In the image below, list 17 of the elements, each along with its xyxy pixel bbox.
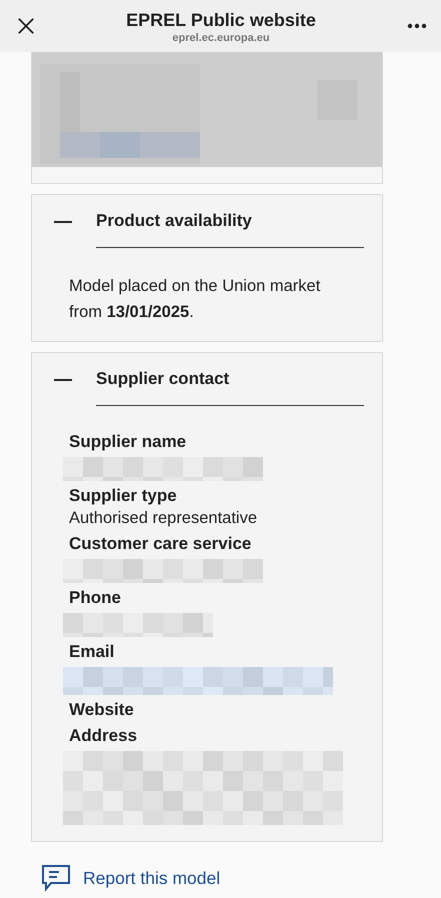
field-label: Supplier name [69, 431, 188, 453]
field-value: Authorised representative [69, 508, 258, 529]
field-label: Email [69, 641, 116, 663]
field-label: Website [69, 699, 135, 721]
page-title: EPREL Public website [125, 10, 317, 31]
close-icon[interactable] [17, 17, 35, 35]
report-link[interactable]: Report this model [41, 864, 383, 892]
comment-icon [41, 864, 71, 892]
section-title[interactable]: Product availability [96, 211, 364, 248]
field-label: Supplier type [69, 485, 178, 507]
site-url: eprel.ec.europa.eu [171, 32, 271, 44]
section-title[interactable]: Supplier contact [96, 369, 364, 406]
field-label: Customer care service [69, 533, 252, 555]
more-icon[interactable] [407, 23, 427, 29]
availability-text: Model placed on the Union market from 13/01/2025. [69, 276, 322, 323]
field-label: Phone [69, 587, 122, 609]
field-label: Address [69, 725, 138, 747]
